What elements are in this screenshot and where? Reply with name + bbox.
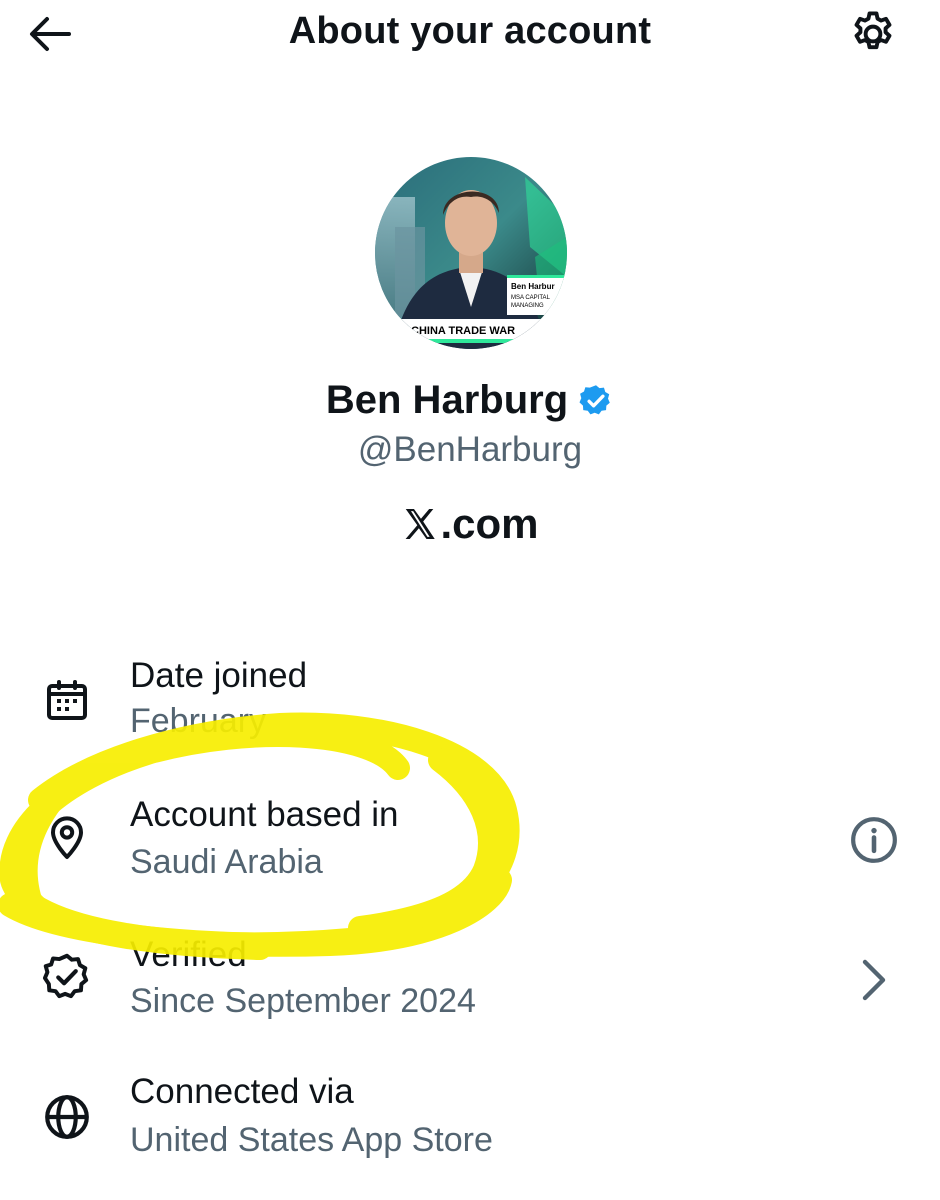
location-pin-icon	[40, 810, 94, 864]
avatar-caption-name: Ben Harbur	[511, 282, 555, 291]
account-based-value: Saudi Arabia	[130, 843, 323, 881]
name-row: Ben Harburg	[0, 378, 940, 423]
connected-via-label: Connected via	[130, 1072, 354, 1111]
display-name: Ben Harburg	[325, 378, 569, 422]
date-joined-value: February	[130, 702, 267, 740]
info-icon	[851, 817, 897, 863]
site-link[interactable]: .com	[0, 500, 940, 548]
gear-icon	[854, 11, 892, 50]
verified-value: Since September 2024	[130, 982, 476, 1020]
user-handle: @BenHarburg	[357, 430, 583, 469]
verified-badge-icon	[40, 950, 94, 1004]
verified-detail-button[interactable]	[850, 952, 898, 1008]
verified-label: Verified	[130, 935, 247, 974]
avatar-image: Ben Harbur MSA CAPITAL MANAGING CHINA TR…	[375, 157, 567, 349]
avatar-caption-line1: MSA CAPITAL	[511, 295, 551, 301]
account-based-label: Account based in	[130, 795, 399, 834]
calendar-icon	[40, 674, 94, 728]
avatar-banner-text: CHINA TRADE WAR	[411, 325, 515, 337]
page-title: About your account	[288, 10, 652, 52]
site-text: .com	[440, 500, 539, 547]
chevron-right-icon	[862, 959, 886, 1001]
avatar-caption-line2: MANAGING	[511, 303, 544, 309]
connected-via-value: United States App Store	[130, 1121, 493, 1159]
date-joined-label: Date joined	[130, 656, 308, 695]
globe-icon	[40, 1090, 94, 1144]
x-logo-icon	[406, 508, 436, 540]
avatar[interactable]: Ben Harbur MSA CAPITAL MANAGING CHINA TR…	[375, 157, 567, 349]
verified-check-icon	[579, 384, 610, 414]
settings-button[interactable]	[842, 6, 904, 62]
info-button[interactable]	[846, 812, 902, 868]
